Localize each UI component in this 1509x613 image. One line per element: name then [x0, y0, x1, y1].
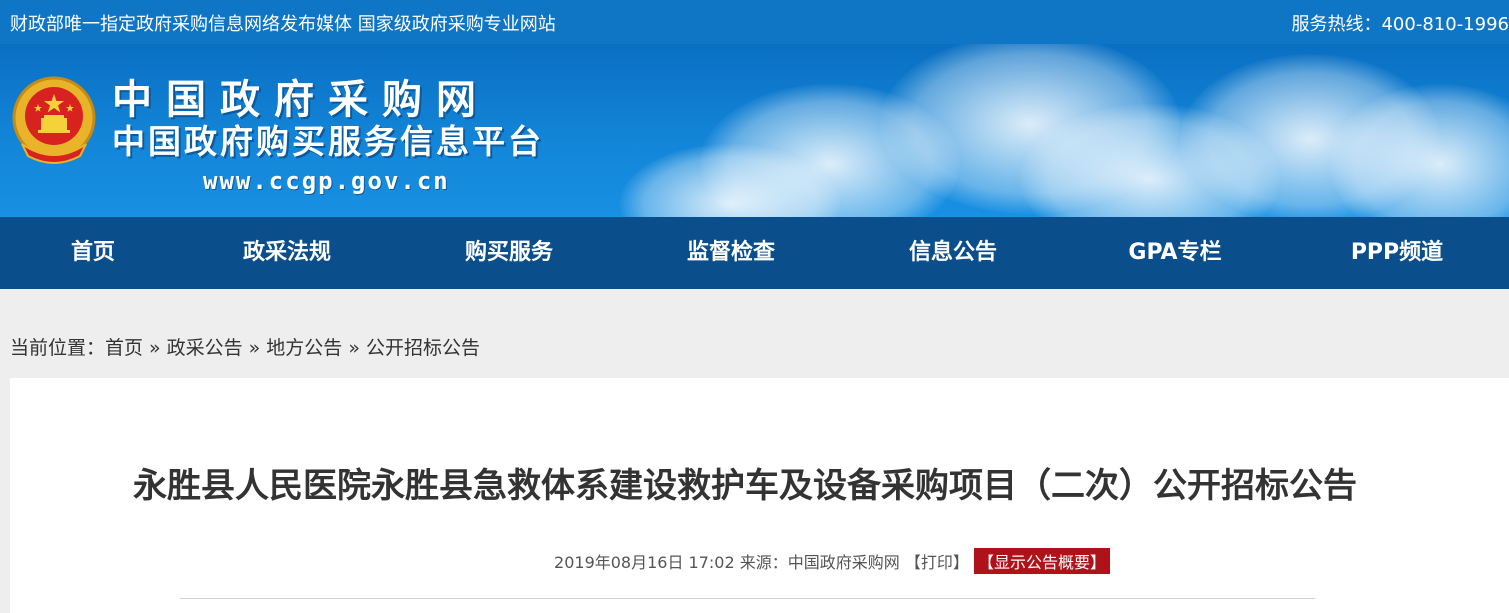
publish-datetime: 2019年08月16日 17:02 — [554, 553, 735, 572]
breadcrumb-separator: » — [149, 337, 161, 359]
article-meta: 2019年08月16日 17:02 来源：中国政府采购网 【打印】 【显示公告概… — [10, 548, 1110, 574]
site-logo[interactable]: 中国政府采购网 中国政府购买服务信息平台 — [112, 78, 544, 162]
service-hotline: 服务热线：400-810-1996 — [1291, 14, 1509, 35]
nav-item-ppp[interactable]: PPP频道 — [1317, 217, 1477, 289]
nav-item-purchase-services[interactable]: 购买服务 — [429, 217, 589, 289]
national-emblem-icon — [12, 76, 96, 164]
logo-subtitle: 中国政府购买服务信息平台 — [112, 122, 544, 161]
breadcrumb: 当前位置：首页» 政采公告» 地方公告» 公开招标公告 — [10, 333, 480, 360]
divider — [180, 598, 1315, 599]
article-title: 永胜县人民医院永胜县急救体系建设救护车及设备采购项目（二次）公开招标公告 — [133, 466, 1357, 506]
nav-item-regulations[interactable]: 政采法规 — [207, 217, 367, 289]
site-slogan: 财政部唯一指定政府采购信息网络发布媒体 国家级政府采购专业网站 — [10, 14, 556, 35]
breadcrumb-prefix: 当前位置： — [10, 337, 106, 359]
top-bar: 财政部唯一指定政府采购信息网络发布媒体 国家级政府采购专业网站 服务热线：400… — [0, 0, 1509, 44]
breadcrumb-item-home[interactable]: 首页 — [105, 337, 143, 359]
breadcrumb-item-announcements[interactable]: 政采公告 — [167, 337, 243, 359]
show-summary-button[interactable]: 【显示公告概要】 — [973, 548, 1110, 574]
breadcrumb-item-local[interactable]: 地方公告 — [266, 337, 342, 359]
article-source: 来源：中国政府采购网 — [739, 553, 900, 572]
breadcrumb-separator: » — [348, 337, 360, 359]
print-button[interactable]: 【打印】 — [905, 553, 969, 572]
nav-item-announcements[interactable]: 信息公告 — [873, 217, 1033, 289]
site-url: www.ccgp.gov.cn — [203, 167, 450, 195]
nav-item-gpa[interactable]: GPA专栏 — [1095, 217, 1255, 289]
breadcrumb-separator: » — [248, 337, 261, 359]
nav-item-home[interactable]: 首页 — [13, 217, 173, 289]
article-panel: 永胜县人民医院永胜县急救体系建设救护车及设备采购项目（二次）公开招标公告 201… — [10, 378, 1509, 613]
breadcrumb-item-public-tender[interactable]: 公开招标公告 — [366, 337, 480, 359]
main-nav: 首页 政采法规 购买服务 监督检查 信息公告 GPA专栏 PPP频道 — [0, 217, 1509, 289]
logo-title: 中国政府采购网 — [112, 77, 490, 123]
nav-item-supervision[interactable]: 监督检查 — [651, 217, 811, 289]
